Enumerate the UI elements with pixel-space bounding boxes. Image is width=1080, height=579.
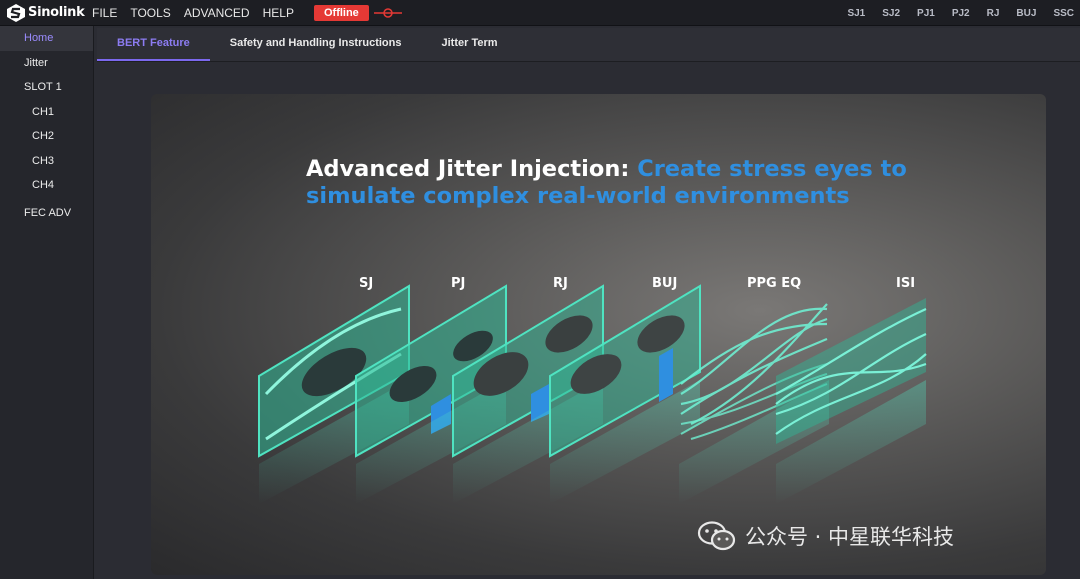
wechat-icon [697, 521, 736, 551]
banner-headline: Advanced Jitter Injection: Create stress… [306, 156, 946, 210]
shortcut-ssc[interactable]: SSC [1053, 8, 1074, 19]
watermark-text: 公众号 · 中星联华科技 [745, 525, 955, 549]
sidebar-item-ch3[interactable]: CH3 [0, 149, 93, 174]
jitter-shortcuts: SJ1 SJ2 PJ1 PJ2 RJ BUJ SSC [830, 0, 1074, 26]
eye-panel-isi [775, 298, 927, 504]
eye-label-rj: RJ [553, 276, 568, 291]
eye-label-buj: BUJ [652, 276, 678, 291]
app-logo: Sinolink [0, 0, 92, 26]
sidebar: Home Jitter SLOT 1 CH1 CH2 CH3 CH4 FEC A… [0, 26, 94, 579]
sidebar-item-ch4[interactable]: CH4 [0, 173, 93, 198]
shortcut-pj1[interactable]: PJ1 [917, 8, 935, 19]
shortcut-buj[interactable]: BUJ [1016, 8, 1036, 19]
eye-label-ppg-eq: PPG EQ [747, 276, 802, 291]
eye-label-isi: ISI [896, 276, 916, 291]
eye-label-sj: SJ [359, 276, 374, 291]
sidebar-item-jitter[interactable]: Jitter [0, 51, 93, 76]
shortcut-pj2[interactable]: PJ2 [952, 8, 970, 19]
shortcut-rj[interactable]: RJ [987, 8, 1000, 19]
shortcut-sj2[interactable]: SJ2 [882, 8, 900, 19]
menu-tools[interactable]: TOOLS [130, 6, 170, 20]
tab-jitter-term[interactable]: Jitter Term [422, 27, 518, 61]
menu-bar: Sinolink FILE TOOLS ADVANCED HELP Offlin… [0, 0, 1080, 26]
sidebar-item-ch1[interactable]: CH1 [0, 100, 93, 125]
menu-help[interactable]: HELP [263, 6, 294, 20]
logo-icon [7, 3, 25, 22]
connection-link-icon[interactable] [373, 6, 403, 20]
feature-banner: Advanced Jitter Injection: Create stress… [151, 94, 1046, 575]
headline-prefix: Advanced Jitter Injection: [306, 156, 638, 182]
main-menu: FILE TOOLS ADVANCED HELP Offline [92, 0, 403, 26]
tab-safety-instructions[interactable]: Safety and Handling Instructions [210, 27, 422, 61]
wechat-watermark: 公众号 · 中星联华科技 [697, 520, 954, 552]
logo-text: Sinolink [28, 5, 85, 20]
menu-file[interactable]: FILE [92, 6, 117, 20]
eye-label-pj: PJ [451, 276, 466, 291]
shortcut-sj1[interactable]: SJ1 [847, 8, 865, 19]
menu-advanced[interactable]: ADVANCED [184, 6, 250, 20]
tab-bert-feature[interactable]: BERT Feature [97, 27, 210, 61]
sidebar-item-home[interactable]: Home [0, 26, 93, 51]
content-tabs: BERT Feature Safety and Handling Instruc… [97, 28, 1080, 62]
sidebar-item-ch2[interactable]: CH2 [0, 124, 93, 149]
sidebar-item-fec-adv[interactable]: FEC ADV [0, 201, 93, 226]
connection-status-badge[interactable]: Offline [313, 4, 369, 21]
sidebar-item-slot1[interactable]: SLOT 1 [0, 75, 93, 100]
